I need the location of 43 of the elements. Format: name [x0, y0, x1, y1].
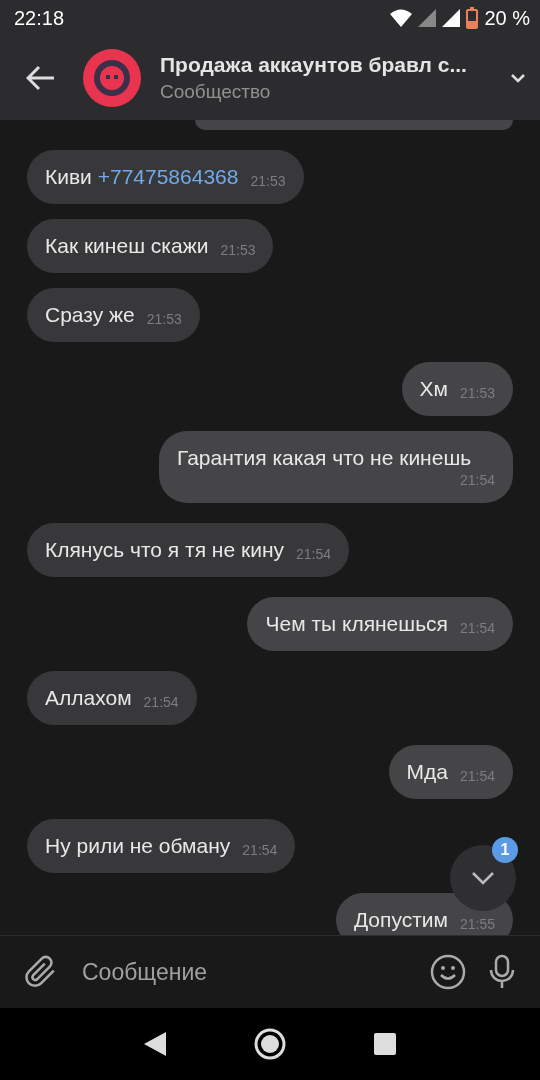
message-text: Допустим	[353, 907, 448, 933]
back-nav-icon[interactable]	[143, 1032, 166, 1056]
message-time: 21:53	[220, 242, 256, 260]
chat-subtitle: Сообщество	[160, 81, 272, 103]
chevron-down-icon[interactable]	[510, 73, 526, 83]
chevron-down-icon	[471, 871, 495, 885]
message-time: 21:53	[250, 173, 286, 191]
message-text: Чем ты клянешься	[265, 611, 448, 637]
message-time: 21:55	[459, 916, 495, 934]
message-time: 21:54	[143, 694, 179, 712]
message-text: Гарантия какая что не кинешь	[177, 445, 472, 471]
signal-icon	[418, 9, 437, 27]
battery-percent: 20 %	[484, 6, 530, 30]
battery-icon	[466, 7, 479, 29]
message-time: 21:54	[459, 768, 495, 786]
wifi-icon	[390, 9, 413, 27]
signal-icon	[442, 9, 461, 27]
message-time: 21:53	[146, 311, 182, 329]
avatar-icon[interactable]	[82, 48, 142, 108]
message-time: 21:54	[459, 472, 495, 490]
attach-icon[interactable]	[24, 955, 58, 989]
message-time: 21:54	[459, 620, 495, 638]
message-text: Сразу же	[45, 302, 135, 328]
phone-link[interactable]: +77475864368	[97, 165, 239, 188]
unread-badge: 1	[492, 837, 518, 863]
smiley-icon[interactable]	[430, 954, 466, 990]
message-time: 21:53	[459, 385, 495, 403]
message-field[interactable]: Сообщение	[80, 957, 408, 987]
home-nav-icon[interactable]	[253, 1027, 287, 1061]
microphone-icon[interactable]	[488, 954, 516, 990]
message-text: Хм	[419, 376, 448, 402]
message-text: Мда	[406, 759, 448, 785]
back-button[interactable]	[26, 65, 56, 91]
chat-title[interactable]: Продажа аккаунтов бравл с...	[160, 53, 510, 77]
recents-nav-icon[interactable]	[374, 1033, 397, 1055]
message-text: Как кинеш скажи	[45, 233, 209, 259]
message-text: Клянусь что я тя не кину	[45, 537, 284, 563]
clock: 22:18	[14, 6, 65, 30]
message-text: Ну рили не обману	[45, 833, 231, 859]
message-text: Киви +77475864368	[45, 164, 239, 190]
message-time: 21:54	[242, 842, 278, 860]
message-time: 21:54	[296, 546, 332, 564]
message-text: Аллахом	[45, 685, 132, 711]
